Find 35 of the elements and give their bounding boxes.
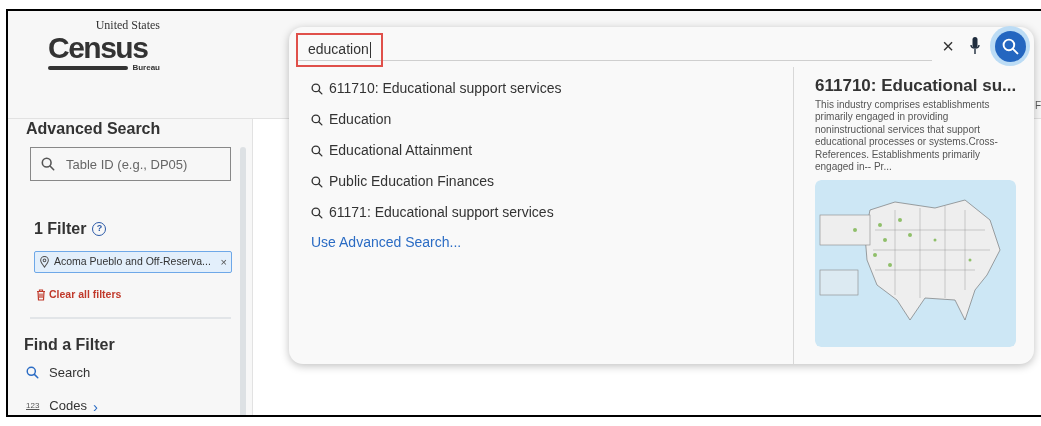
section-title: Advanced Search (25, 119, 162, 139)
search-button[interactable] (990, 26, 1030, 66)
filter-option[interactable]: Search (49, 362, 91, 383)
preview-title: 611710: Educational su... (815, 75, 1018, 97)
search-icon (311, 175, 323, 188)
search-icon (1001, 37, 1019, 55)
header-text: F (1035, 99, 1041, 113)
search-input[interactable]: education (296, 32, 383, 67)
table-id-field[interactable]: Table ID (e.g., DP05) (30, 147, 231, 181)
filter-chip[interactable]: Acoma Pueblo and Off-Reserva... × (34, 251, 232, 273)
chevron-icon: › (92, 398, 98, 414)
preview-description: This industry comprises establishments primarily engaged in providing noninstructional services that support educational processes or systems.Cross-References. Establishments primarily engaged in-- Pr... (815, 98, 999, 174)
suggestion-item[interactable]: 61171: Educational support services (329, 202, 554, 223)
search-icon (311, 206, 323, 219)
suggestion-item[interactable]: Educational Attainment (329, 140, 473, 161)
search-icon (311, 82, 323, 95)
location-pin-icon (39, 256, 50, 268)
search-icon (26, 366, 39, 379)
section-title: Find a Filter (24, 334, 116, 355)
census-logo[interactable]: United States Census Bureau (48, 18, 160, 72)
trash-icon (36, 288, 46, 301)
filter-count: 1 Filter (34, 219, 87, 239)
chip-label: Acoma Pueblo and Off-Reserva... (54, 254, 212, 270)
clear-filters-link[interactable]: Clear all filters (49, 287, 122, 303)
microphone-icon[interactable] (970, 37, 980, 55)
suggestion-item[interactable]: Education (329, 109, 392, 130)
remove-chip-button[interactable]: × (220, 253, 227, 271)
advanced-search-link[interactable]: Use Advanced Search... (311, 232, 462, 253)
clear-button[interactable]: × (942, 36, 954, 56)
numbers-icon: 123 (26, 400, 40, 412)
suggestion-item[interactable]: 611710: Educational support services (329, 78, 562, 99)
search-icon (311, 144, 323, 157)
filter-option[interactable]: Codes (49, 396, 87, 415)
search-icon (311, 113, 323, 126)
suggestion-item[interactable]: Public Education Finances (329, 171, 494, 192)
